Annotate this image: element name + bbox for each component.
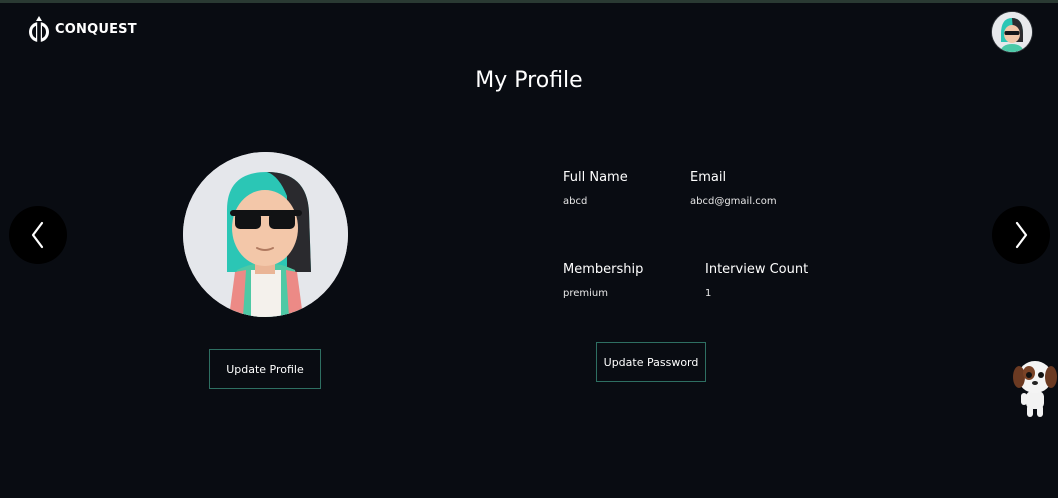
top-border xyxy=(0,0,1058,3)
membership-value: premium xyxy=(563,288,608,299)
interview-count-value: 1 xyxy=(705,288,712,299)
user-avatar-button[interactable] xyxy=(992,12,1032,52)
email-value: abcd@gmail.com xyxy=(690,196,777,207)
page-title: My Profile xyxy=(475,68,583,93)
interview-count-label: Interview Count xyxy=(705,262,809,277)
update-password-button[interactable]: Update Password xyxy=(596,342,706,382)
next-button[interactable] xyxy=(992,206,1050,264)
previous-button[interactable] xyxy=(9,206,67,264)
profile-avatar xyxy=(183,152,348,317)
profile-page: CONQUEST My Profile Update Profile Full … xyxy=(0,0,1058,498)
user-avatar-icon xyxy=(992,12,1032,52)
chevron-left-icon xyxy=(31,221,44,249)
chevron-right-icon xyxy=(1015,221,1028,249)
email-label: Email xyxy=(690,170,727,185)
full-name-value: abcd xyxy=(563,196,588,207)
puppy-mascot-icon xyxy=(1013,361,1057,417)
profile-avatar-icon xyxy=(183,152,348,317)
brand-name: CONQUEST xyxy=(55,21,137,37)
mascot-assistant[interactable] xyxy=(1008,355,1058,421)
update-profile-button[interactable]: Update Profile xyxy=(209,349,321,389)
membership-label: Membership xyxy=(563,262,644,277)
conquest-logo-icon xyxy=(29,16,49,42)
brand-logo[interactable]: CONQUEST xyxy=(26,14,137,44)
full-name-label: Full Name xyxy=(563,170,628,185)
